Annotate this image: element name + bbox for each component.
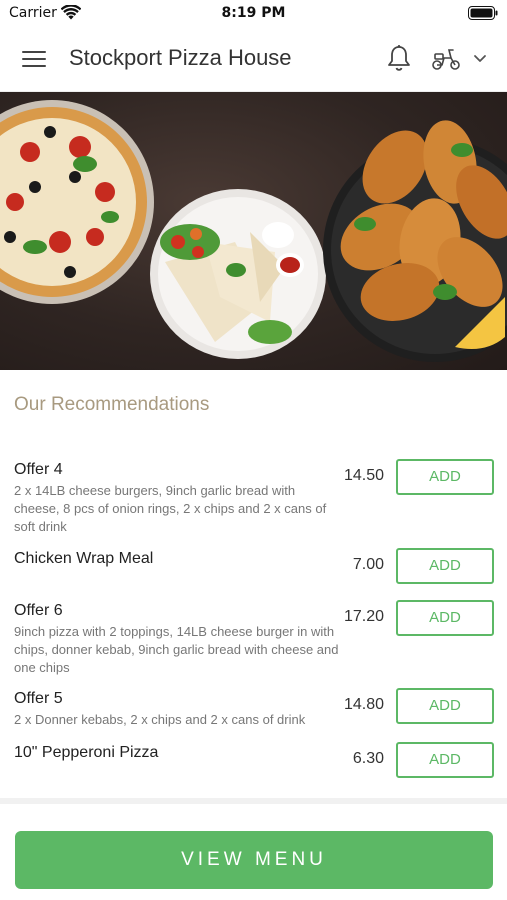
view-menu-button[interactable]: VIEW MENU: [15, 831, 493, 889]
battery-icon: [468, 6, 498, 20]
chicken-plate-image: [323, 120, 507, 362]
item-name: Offer 5: [14, 690, 63, 707]
page-title: Stockport Pizza House: [69, 45, 292, 70]
add-button[interactable]: ADD: [396, 688, 494, 724]
add-button[interactable]: ADD: [396, 548, 494, 584]
item-description: 2 x Donner kebabs, 2 x chips and 2 x can…: [14, 712, 306, 727]
item-name: Offer 6: [14, 602, 63, 619]
bell-icon[interactable]: [386, 44, 412, 74]
item-name: Chicken Wrap Meal: [14, 550, 154, 567]
section-title: Our Recommendations: [14, 394, 210, 415]
food-illustration: [0, 100, 507, 362]
food-banner-image: [0, 92, 507, 370]
pizza-image: [0, 100, 154, 304]
item-name: 10" Pepperoni Pizza: [14, 744, 159, 761]
item-description: 2 x 14LB cheese burgers, 9inch garlic br…: [14, 483, 327, 534]
add-button[interactable]: ADD: [396, 742, 494, 778]
add-button[interactable]: ADD: [396, 600, 494, 636]
item-name: Offer 4: [14, 461, 63, 478]
item-price: 17.20: [343, 608, 384, 625]
item-price: 14.80: [343, 696, 384, 713]
status-bar: Carrier 8:19 PM: [0, 0, 507, 28]
item-price: 14.50: [343, 467, 384, 484]
item-price: 7.00: [352, 556, 384, 573]
menu-icon[interactable]: [22, 48, 48, 70]
chevron-down-icon[interactable]: [473, 54, 487, 64]
app-header: Stockport Pizza House: [0, 28, 507, 92]
status-time: 8:19 PM: [221, 5, 286, 21]
add-button[interactable]: ADD: [396, 459, 494, 495]
wrap-plate-image: [150, 189, 326, 359]
item-price: 6.30: [352, 750, 384, 767]
section-divider: [0, 798, 507, 804]
scooter-icon[interactable]: [431, 46, 461, 72]
item-description: 9inch pizza with 2 toppings, 14LB cheese…: [14, 624, 339, 675]
